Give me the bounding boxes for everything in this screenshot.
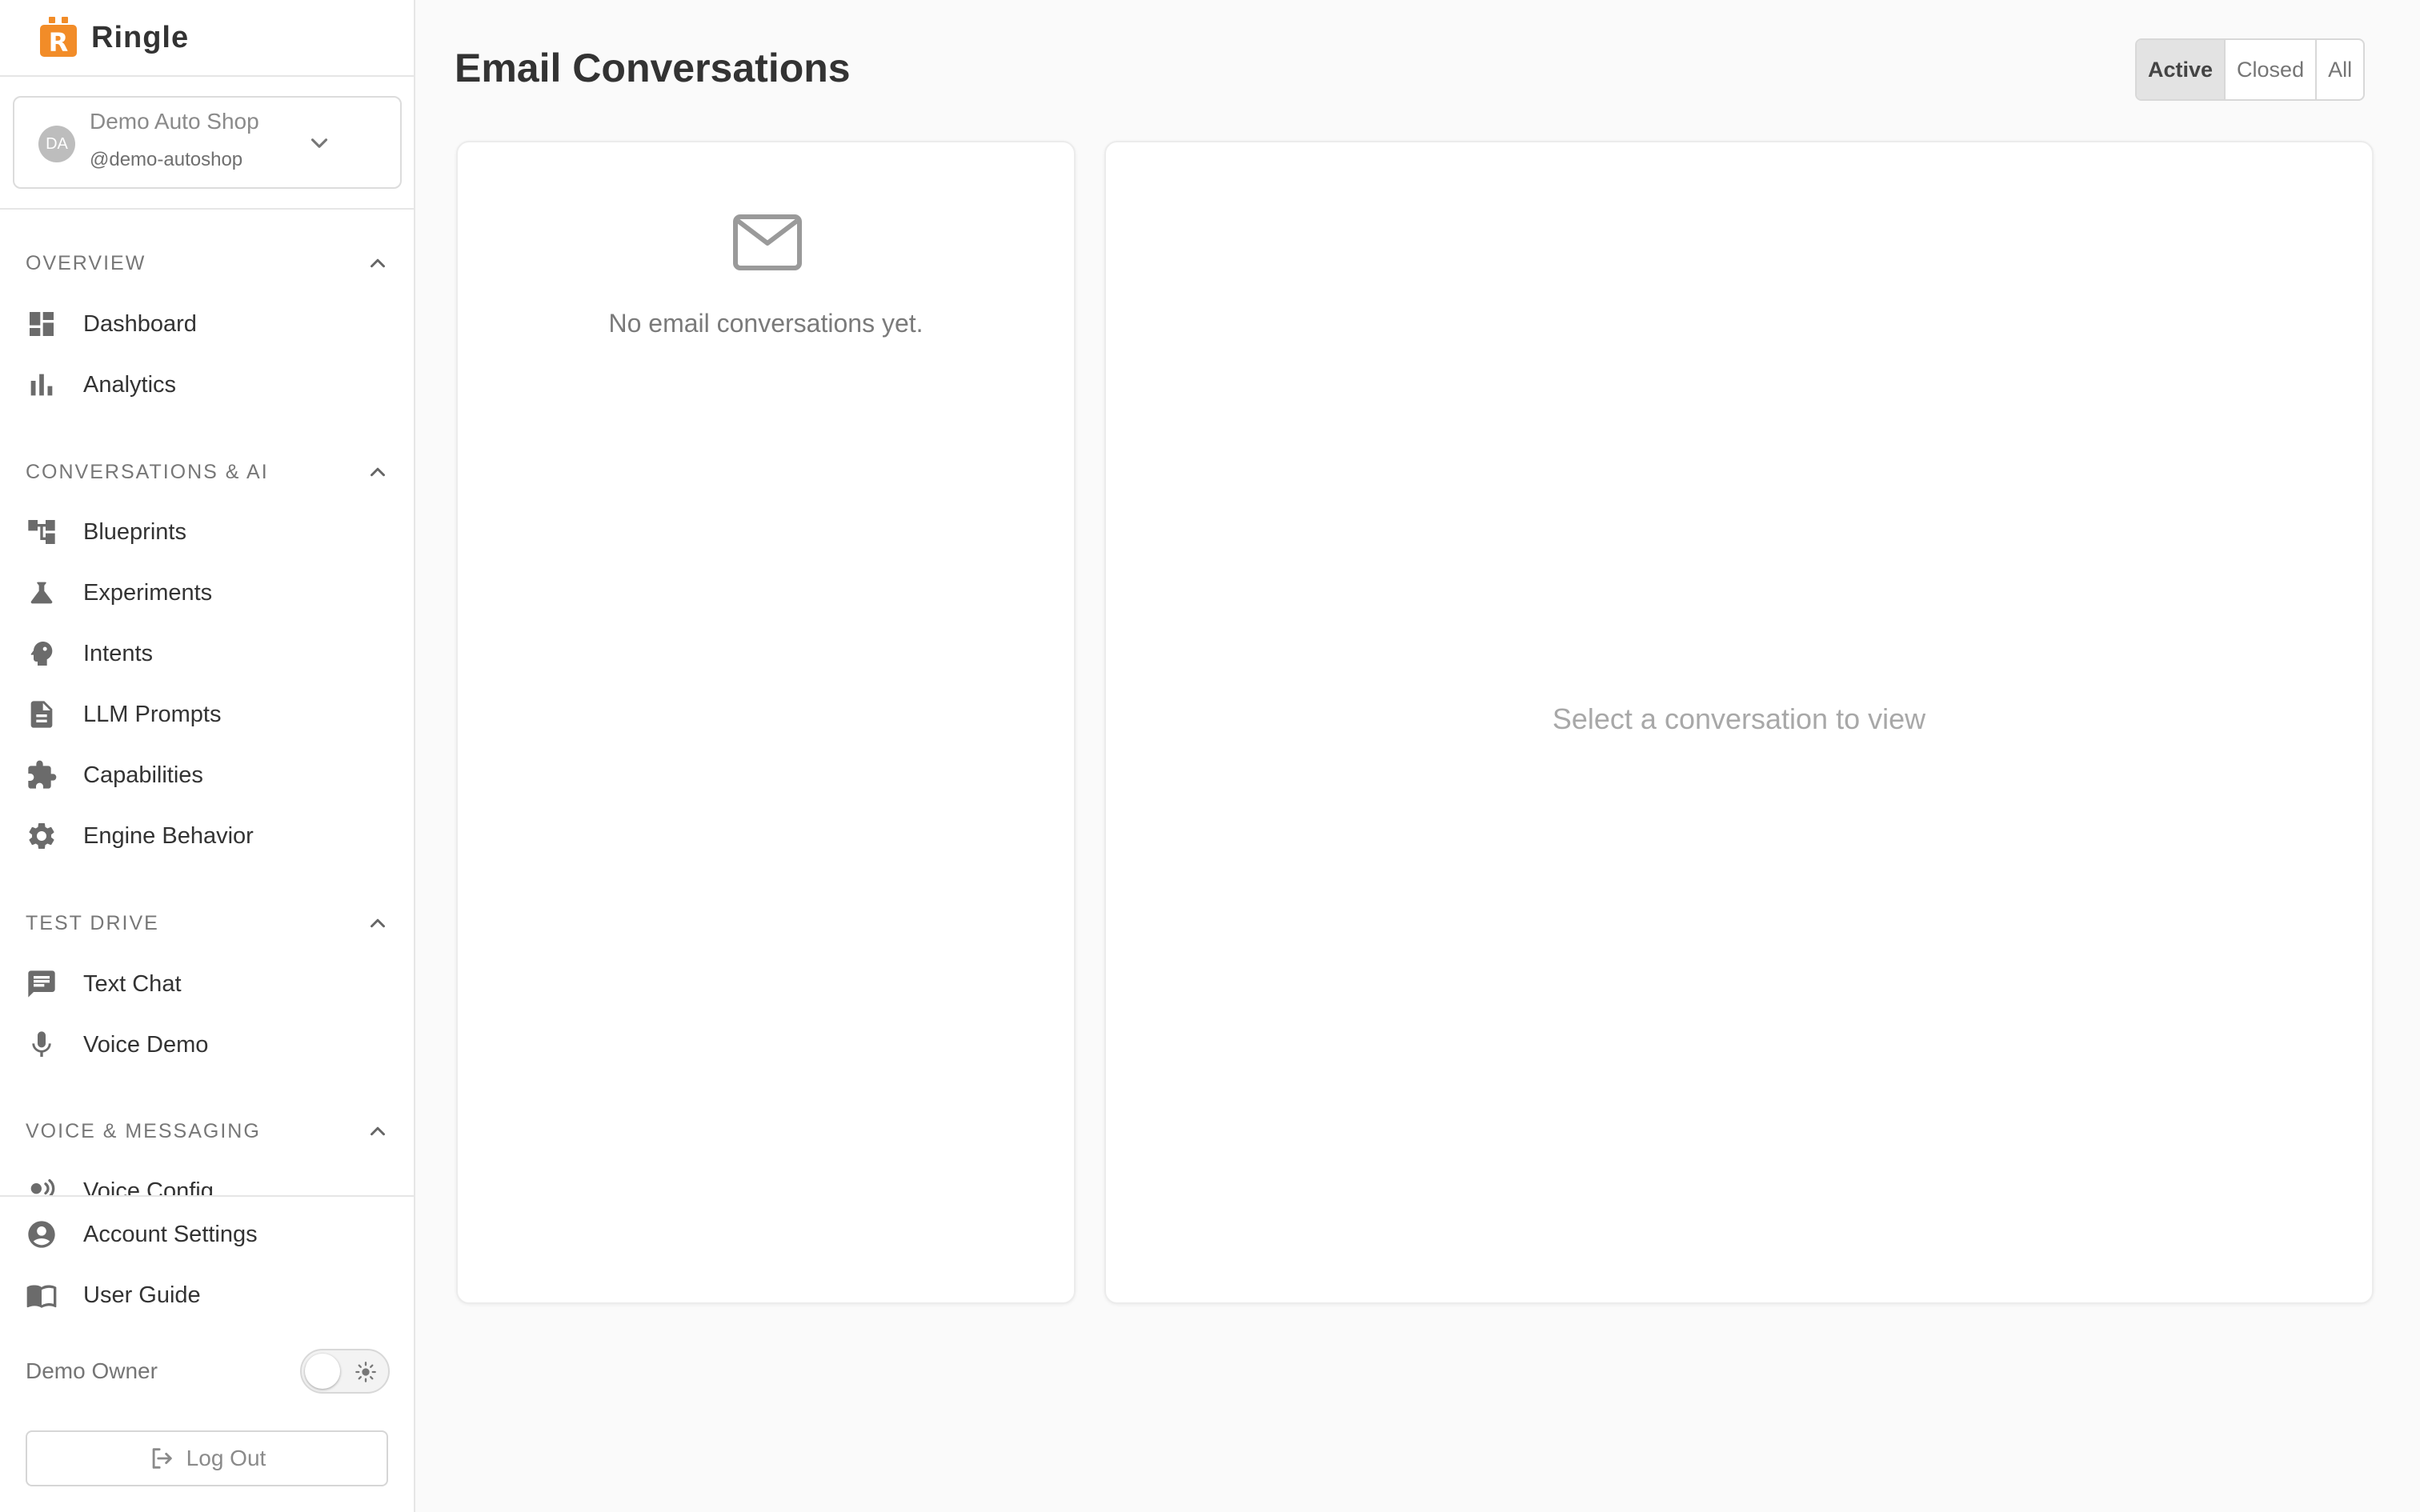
sidebar-item-label: Voice Config xyxy=(83,1178,214,1196)
sidebar-item-label: Text Chat xyxy=(83,970,182,997)
section-title: VOICE & MESSAGING xyxy=(26,1119,261,1142)
conversation-detail-panel: Select a conversation to view xyxy=(1104,141,2374,1304)
logout-button[interactable]: Log Out xyxy=(26,1430,388,1486)
sidebar-item-label: Analytics xyxy=(83,371,177,398)
section-header-overview[interactable]: OVERVIEW xyxy=(26,247,390,279)
svg-text:R: R xyxy=(49,27,69,58)
org-handle: @demo-autoshop xyxy=(90,149,243,170)
gear-icon xyxy=(29,823,54,849)
sidebar-item-voice-config[interactable]: Voice Config xyxy=(26,1166,390,1195)
sidebar-item-label: Capabilities xyxy=(83,762,203,788)
book-icon xyxy=(26,1285,57,1308)
empty-list-message: No email conversations yet. xyxy=(608,309,924,338)
mail-icon xyxy=(733,214,802,270)
theme-toggle[interactable] xyxy=(300,1349,390,1394)
sidebar-item-voice-demo[interactable]: Voice Demo xyxy=(26,1020,390,1070)
filter-all-button[interactable]: All xyxy=(2317,40,2363,99)
org-avatar: DA xyxy=(38,126,75,162)
sidebar-item-label: Experiments xyxy=(83,579,213,606)
sidebar-item-text-chat[interactable]: Text Chat xyxy=(26,959,390,1009)
sidebar-item-llm-prompts[interactable]: LLM Prompts xyxy=(26,690,390,739)
page-title: Email Conversations xyxy=(455,46,851,90)
user-name: Demo Owner xyxy=(26,1358,158,1383)
conversation-list-panel: No email conversations yet. xyxy=(456,141,1076,1304)
sidebar-item-label: Intents xyxy=(83,640,154,666)
brand-header: R Ringle xyxy=(0,0,414,77)
ringle-logo-icon: R xyxy=(40,17,77,58)
org-switcher-section: DA Demo Auto Shop @demo-autoshop xyxy=(0,77,414,210)
sidebar-item-label: LLM Prompts xyxy=(83,701,222,727)
sidebar-item-label: User Guide xyxy=(83,1282,201,1308)
sidebar-item-analytics[interactable]: Analytics xyxy=(26,360,390,410)
sidebar-item-dashboard[interactable]: Dashboard xyxy=(26,299,390,349)
section-title: OVERVIEW xyxy=(26,251,146,274)
chevron-up-icon[interactable] xyxy=(366,911,390,935)
sidebar-item-blueprints[interactable]: Blueprints xyxy=(26,507,390,557)
toggle-knob xyxy=(305,1354,340,1389)
sidebar-item-label: Voice Demo xyxy=(83,1031,209,1058)
user-row: Demo Owner xyxy=(26,1349,390,1394)
microphone-icon xyxy=(32,1031,51,1057)
sidebar-item-label: Dashboard xyxy=(83,310,197,337)
psychology-icon xyxy=(30,642,53,666)
detail-placeholder: Select a conversation to view xyxy=(1552,702,1926,735)
flask-icon xyxy=(30,582,53,604)
section-title: CONVERSATIONS & AI xyxy=(26,460,269,483)
document-icon xyxy=(30,701,53,728)
filter-closed-button[interactable]: Closed xyxy=(2226,40,2318,99)
section-header-conversations-ai[interactable]: CONVERSATIONS & AI xyxy=(26,456,390,488)
brand-name: Ringle xyxy=(91,20,190,54)
sun-icon xyxy=(355,1362,376,1382)
filter-active-button[interactable]: Active xyxy=(2137,40,2226,99)
status-filter-group: Active Closed All xyxy=(2135,38,2366,101)
bar-chart-icon xyxy=(30,374,53,396)
chat-icon xyxy=(28,970,55,998)
voice-icon xyxy=(30,1179,55,1195)
tree-icon xyxy=(28,520,55,544)
section-title: TEST DRIVE xyxy=(26,911,159,934)
sidebar-item-capabilities[interactable]: Capabilities xyxy=(26,750,390,800)
sidebar-item-engine-behavior[interactable]: Engine Behavior xyxy=(26,811,390,861)
chevron-down-icon xyxy=(311,138,328,148)
section-header-test-drive[interactable]: TEST DRIVE xyxy=(26,907,390,939)
sidebar-item-label: Blueprints xyxy=(83,518,186,545)
chevron-up-icon[interactable] xyxy=(366,460,390,484)
chevron-up-icon[interactable] xyxy=(366,1119,390,1143)
org-switcher[interactable]: DA Demo Auto Shop @demo-autoshop xyxy=(13,96,402,189)
sidebar-footer: Account Settings User Guide Demo Owner L… xyxy=(0,1195,414,1512)
org-name: Demo Auto Shop xyxy=(90,109,259,134)
dashboard-icon xyxy=(30,312,54,336)
sidebar-item-account-settings[interactable]: Account Settings xyxy=(26,1210,390,1259)
logout-icon xyxy=(152,1448,172,1469)
sidebar-item-user-guide[interactable]: User Guide xyxy=(26,1270,390,1320)
sidebar-item-intents[interactable]: Intents xyxy=(26,629,390,678)
logout-label: Log Out xyxy=(186,1446,266,1470)
sidebar: R Ringle DA Demo Auto Shop @demo-autosho… xyxy=(0,0,415,1512)
sidebar-item-label: Engine Behavior xyxy=(83,822,254,849)
sidebar-item-label: Account Settings xyxy=(83,1221,258,1247)
sidebar-item-experiments[interactable]: Experiments xyxy=(26,568,390,618)
sidebar-nav[interactable]: OVERVIEW Dashboard Analytics CONVERSATIO… xyxy=(0,211,414,1195)
chevron-up-icon[interactable] xyxy=(366,251,390,275)
section-header-voice-messaging[interactable]: VOICE & MESSAGING xyxy=(26,1115,390,1147)
account-circle-icon xyxy=(28,1221,55,1248)
puzzle-icon xyxy=(28,760,57,789)
